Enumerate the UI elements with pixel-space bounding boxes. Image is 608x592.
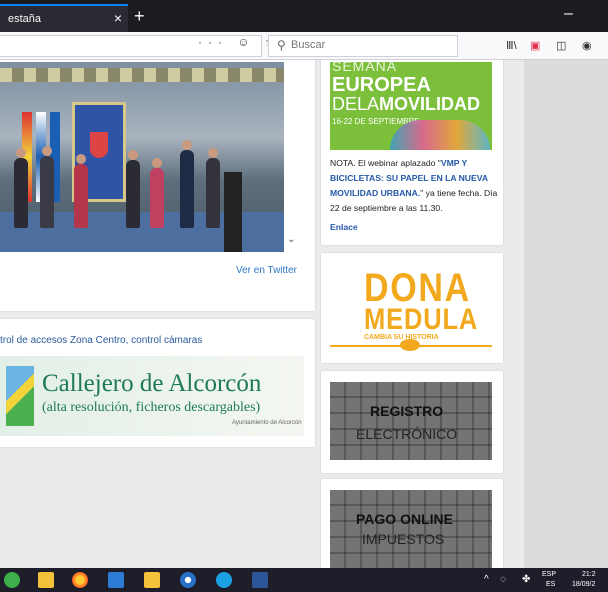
search-input[interactable]: [291, 39, 451, 51]
library-icon[interactable]: Ⅲ\: [506, 39, 517, 52]
taskbar: ^ ◌ ✤ ESP ES 21:2 18/09/2: [0, 568, 608, 592]
language-bottom[interactable]: ES: [546, 581, 555, 588]
registro-title: REGISTRO: [370, 403, 444, 419]
callejero-subtitle: (alta resolución, ficheros descargables): [42, 400, 261, 415]
minimize-button[interactable]: –: [564, 5, 573, 23]
word-icon[interactable]: [252, 572, 268, 588]
browser-tab[interactable]: estaña ×: [0, 4, 128, 32]
sidebar-icon[interactable]: ◫: [556, 39, 566, 52]
person: [180, 140, 194, 228]
tags-link[interactable]: trol de accesos Zona Centro, control cám…: [0, 335, 202, 346]
search-icon: ⚲: [277, 38, 286, 52]
person: [206, 148, 220, 228]
person: [74, 154, 88, 228]
drop-icon: [400, 339, 420, 351]
person: [126, 150, 140, 228]
app-tray-icon[interactable]: ✤: [522, 574, 530, 585]
callejero-title: Callejero de Alcorcón: [42, 370, 262, 397]
browser-nav-bar: ··· ☺ ☆ ⚲ Ⅲ\ ▣ ◫ ◉: [0, 32, 608, 60]
clock-date[interactable]: 18/09/2: [572, 581, 595, 588]
pago-title: PAGO ONLINE: [356, 511, 453, 527]
new-tab-button[interactable]: +: [134, 6, 145, 27]
registro-subtitle: ELECTRÓNICO: [356, 426, 458, 442]
browser-tab-bar: estaña × + –: [0, 0, 608, 32]
enlace-link[interactable]: Enlace: [330, 222, 358, 232]
medula-title: MEDULA: [364, 303, 479, 336]
language-top[interactable]: ESP: [542, 571, 556, 578]
skype-icon[interactable]: [216, 572, 232, 588]
crest-icon: [90, 132, 108, 158]
person: [150, 158, 164, 228]
pocket-icon[interactable]: ▣: [530, 39, 540, 52]
ayuntamiento-logo: Ayuntamiento de Alcorcón: [232, 420, 302, 426]
tab-title: estaña: [8, 13, 42, 25]
tray-arrow-icon[interactable]: ^: [484, 574, 489, 585]
firefox-icon[interactable]: [72, 572, 88, 588]
semana-line1: SEMANA: [332, 62, 398, 74]
mail-icon[interactable]: [108, 572, 124, 588]
map-icon: [6, 366, 34, 426]
callejero-banner[interactable]: Callejero de Alcorcón (alta resolución, …: [0, 356, 304, 436]
keyboard-image: [330, 382, 492, 460]
person: [14, 148, 28, 228]
page-margin: [524, 60, 608, 568]
person: [40, 146, 54, 228]
chrome-icon[interactable]: [180, 572, 196, 588]
store-icon[interactable]: [144, 572, 160, 588]
file-explorer-icon[interactable]: [38, 572, 54, 588]
view-on-twitter-link[interactable]: Ver en Twitter: [236, 265, 297, 276]
account-icon[interactable]: ◉: [582, 39, 592, 52]
page-content: ⌄ Ver en Twitter trol de accesos Zona Ce…: [0, 60, 608, 568]
clock-time[interactable]: 21:2: [582, 571, 596, 578]
event-photo[interactable]: [0, 62, 284, 252]
app-icon[interactable]: [4, 572, 20, 588]
semana-movilidad-banner[interactable]: SEMANA EUROPEA DELAMOVILIDAD 16-22 DE SE…: [330, 62, 492, 150]
podium: [224, 172, 242, 252]
pago-subtitle: IMPUESTOS: [362, 531, 445, 547]
dona-tagline: CAMBIA SU HISTORIA: [364, 334, 439, 341]
ceiling-lights: [0, 68, 284, 82]
network-icon[interactable]: ◌: [500, 574, 506, 585]
chevron-down-icon[interactable]: ⌄: [287, 234, 295, 245]
tab-close-icon[interactable]: ×: [114, 10, 122, 26]
keyboard-image: [330, 490, 492, 568]
nota-text: NOTA. El webinar aplazado "VMP Y BICICLE…: [330, 158, 498, 213]
semana-line3: DELAMOVILIDAD: [332, 94, 481, 114]
illustration: [390, 120, 490, 150]
search-bar[interactable]: ⚲: [268, 35, 458, 57]
